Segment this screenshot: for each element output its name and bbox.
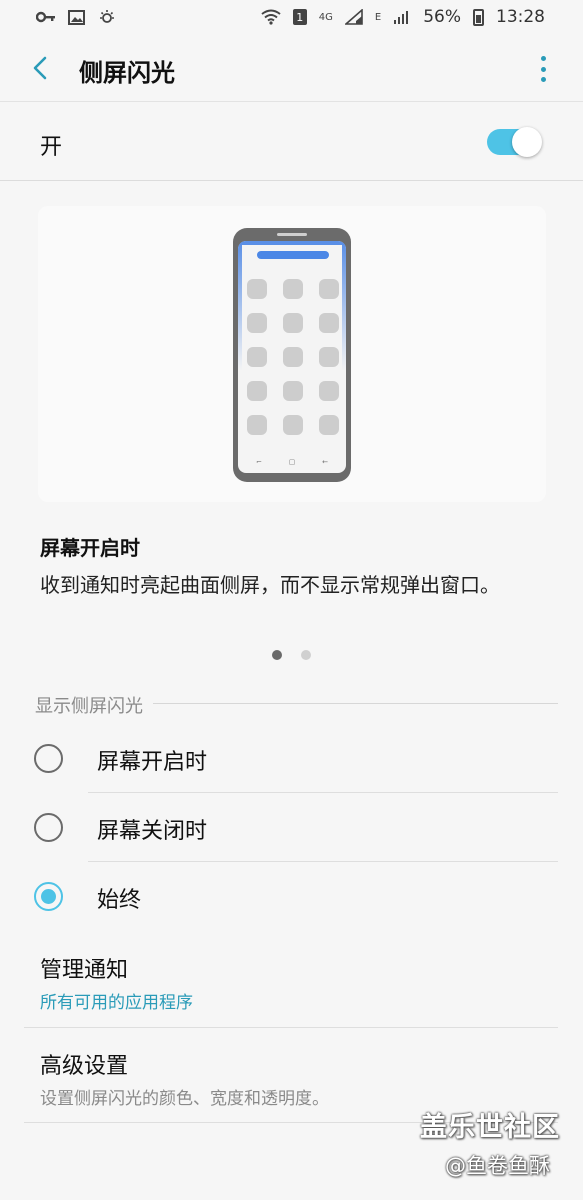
chevron-left-icon [33, 56, 47, 80]
section-header: 显示侧屏闪光 [35, 692, 153, 718]
app-icon-grid [247, 279, 339, 435]
back-button[interactable] [22, 50, 58, 86]
more-dot-icon [540, 77, 546, 82]
app-icon [247, 415, 267, 435]
option-screen-off[interactable]: 屏幕关闭时 [0, 793, 583, 861]
preview-title: 屏幕开启时 [40, 536, 140, 560]
wifi-icon [261, 9, 281, 25]
key-icon [36, 11, 56, 23]
option-always[interactable]: 始终 [0, 862, 583, 930]
app-icon [283, 313, 303, 333]
list-item-subtitle: 所有可用的应用程序 [40, 993, 193, 1013]
signal-icon [344, 9, 363, 25]
phone-speaker [277, 233, 307, 236]
radio-button[interactable] [34, 744, 63, 773]
phone-illustration: ⌐ ▢ ← [233, 228, 351, 482]
option-label: 屏幕开启时 [97, 750, 208, 775]
phone-nav-bar: ⌐ ▢ ← [256, 458, 328, 466]
app-icon [319, 415, 339, 435]
app-icon [283, 415, 303, 435]
preview-description: 收到通知时亮起曲面侧屏，而不显示常规弹出窗口。 [40, 573, 500, 597]
app-icon [283, 381, 303, 401]
page-indicator-active[interactable] [272, 650, 282, 660]
list-item-title: 管理通知 [40, 958, 129, 983]
watermark-author: @鱼卷鱼酥 [445, 1154, 550, 1178]
more-options-button[interactable] [533, 52, 553, 86]
list-item-title: 高级设置 [40, 1054, 129, 1079]
phone-screen: ⌐ ▢ ← [238, 241, 346, 473]
page-indicator-inactive[interactable] [301, 650, 311, 660]
more-dot-icon [540, 56, 546, 61]
option-label: 始终 [97, 888, 142, 913]
app-icon [283, 279, 303, 299]
option-label: 屏幕关闭时 [97, 819, 208, 844]
app-icon [247, 381, 267, 401]
app-icon [283, 347, 303, 367]
network-type: 4G [318, 11, 333, 23]
list-item-manage-notifications[interactable]: 管理通知 所有可用的应用程序 [0, 938, 583, 1026]
page-title: 侧屏闪光 [79, 59, 175, 87]
clock: 13:28 [496, 7, 545, 27]
status-bar-right: 1 4G E 56% 13:28 [261, 7, 545, 27]
master-switch-label: 开 [40, 135, 63, 160]
app-icon [247, 313, 267, 333]
edge-light-right [342, 241, 346, 371]
status-bar-left [36, 9, 117, 25]
app-icon [319, 279, 339, 299]
more-dot-icon [540, 66, 546, 72]
sim-badge: 1 [292, 9, 307, 25]
edge-light-left [238, 241, 242, 371]
brightness-icon [97, 9, 117, 25]
list-item-subtitle: 设置侧屏闪光的颜色、宽度和透明度。 [40, 1089, 329, 1109]
app-icon [247, 279, 267, 299]
app-header: 侧屏闪光 [0, 34, 583, 102]
network-type-secondary: E [374, 11, 382, 23]
back-arrow-icon: ← [322, 458, 328, 466]
radio-button[interactable] [34, 813, 63, 842]
app-icon [319, 313, 339, 333]
radio-button-selected[interactable] [34, 882, 63, 911]
master-toggle-thumb[interactable] [512, 127, 542, 157]
status-bar: 1 4G E 56% 13:28 [0, 0, 583, 34]
watermark-brand: 盖乐世社区 [420, 1112, 560, 1143]
battery-percent: 56% [423, 7, 461, 27]
battery-icon [473, 8, 484, 26]
signal-icon-2 [393, 9, 411, 25]
preview-card[interactable]: ⌐ ▢ ← [38, 206, 546, 502]
app-icon [247, 347, 267, 367]
recents-icon: ⌐ [256, 458, 262, 466]
app-icon [319, 347, 339, 367]
edge-light-top [238, 241, 346, 245]
home-icon: ▢ [288, 458, 296, 466]
notification-bar [257, 251, 329, 259]
option-screen-on[interactable]: 屏幕开启时 [0, 724, 583, 792]
app-icon [319, 381, 339, 401]
gallery-icon [68, 9, 85, 25]
